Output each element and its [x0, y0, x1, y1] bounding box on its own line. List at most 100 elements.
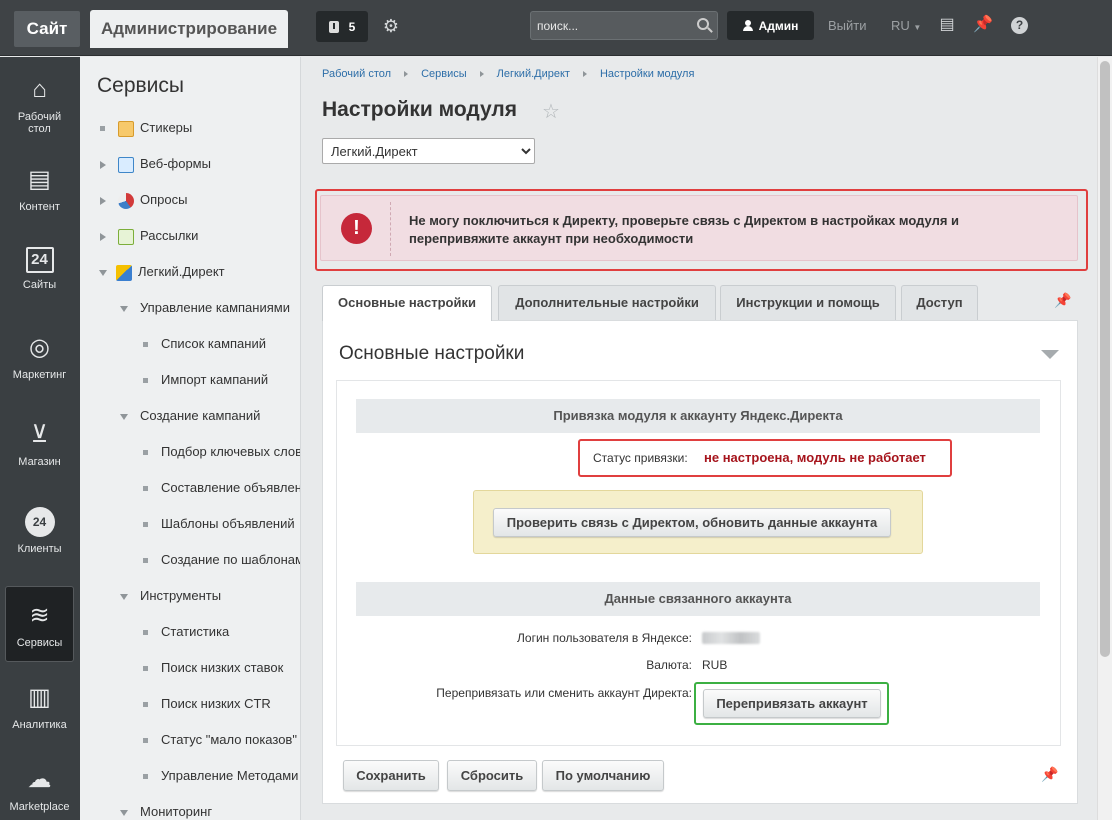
logout-link[interactable]: Выйти — [828, 18, 867, 33]
chevron-down-icon[interactable] — [120, 809, 128, 816]
bullet-icon — [143, 666, 148, 672]
menu-item-low-bids[interactable]: Поиск низких ставок — [143, 658, 283, 678]
menu-item-label: Список кампаний — [161, 336, 266, 351]
tab-main-settings[interactable]: Основные настройки — [322, 285, 492, 321]
bullet-icon — [143, 342, 148, 348]
keyboard-icon[interactable]: ▤ — [936, 14, 958, 36]
status-value: не настроена, модуль не работает — [704, 450, 926, 465]
menu-item-label: Создание кампаний — [140, 408, 261, 423]
menu-item-keywords[interactable]: Подбор ключевых слов — [143, 442, 300, 462]
login-value-redacted — [702, 632, 760, 644]
menu-item-campaign-management[interactable]: Управление кампаниями — [120, 298, 290, 318]
search-input[interactable] — [537, 16, 687, 36]
menu-item-polls[interactable]: Опросы — [100, 190, 187, 210]
menu-item-low-impressions[interactable]: Статус "мало показов" — [143, 730, 297, 750]
breadcrumb-item[interactable]: Настройки модуля — [600, 68, 694, 80]
chevron-right-icon — [582, 71, 587, 78]
error-message: Не могу поключиться к Директу, проверьте… — [409, 213, 960, 246]
save-button[interactable]: Сохранить — [343, 760, 439, 791]
menu-item-label: Веб-формы — [140, 156, 211, 171]
menu-item-monitoring[interactable]: Мониторинг — [120, 802, 212, 820]
pin-icon[interactable]: 📌 — [972, 14, 994, 36]
menu-item-statistics[interactable]: Статистика — [143, 622, 229, 642]
iconbar-item-content[interactable]: ▤ Контент — [5, 151, 74, 227]
sticker-icon — [118, 120, 134, 137]
menu-item-ad-composing[interactable]: Составление объявлений — [143, 478, 300, 498]
services-menu-title: Сервисы — [97, 74, 185, 97]
form-icon — [118, 156, 134, 173]
menu-item-tools[interactable]: Инструменты — [120, 586, 221, 606]
search-icon[interactable] — [697, 18, 709, 30]
menu-item-low-ctr[interactable]: Поиск низких CTR — [143, 694, 271, 714]
menu-item-label: Поиск низких CTR — [161, 696, 271, 711]
alert-icon: ! — [341, 213, 372, 244]
layers-icon: ≋ — [29, 602, 50, 629]
site-tab[interactable]: Сайт — [14, 11, 80, 47]
menu-item-template-creation[interactable]: Создание по шаблонам — [143, 550, 301, 570]
menu-item-label: Рассылки — [140, 228, 199, 243]
user-icon — [742, 20, 753, 31]
collapse-icon[interactable] — [1041, 350, 1059, 359]
module-select[interactable]: Легкий.Директ — [322, 138, 535, 164]
notifications-button[interactable]: 5 — [316, 11, 368, 42]
menu-item-campaign-list[interactable]: Список кампаний — [143, 334, 266, 354]
breadcrumb-item[interactable]: Легкий.Директ — [497, 68, 570, 80]
tab-instructions[interactable]: Инструкции и помощь — [720, 285, 896, 320]
menu-item-mailings[interactable]: Рассылки — [100, 226, 198, 246]
reset-button[interactable]: Сбросить — [447, 760, 537, 791]
menu-item-lightdirect[interactable]: Легкий.Директ — [99, 262, 225, 282]
iconbar-item-clients[interactable]: 24 Клиенты — [5, 493, 74, 569]
user-button[interactable]: Админ — [727, 11, 814, 40]
bullet-icon — [143, 522, 148, 528]
menu-item-stickers[interactable]: Стикеры — [100, 118, 192, 138]
iconbar-item-sites[interactable]: 24 Сайты — [5, 233, 74, 309]
currency-value: RUB — [702, 658, 728, 672]
chevron-right-icon[interactable] — [100, 232, 106, 241]
rebind-account-button[interactable]: Перепривязать аккаунт — [703, 689, 881, 718]
star-icon[interactable]: ☆ — [542, 99, 560, 124]
chevron-down-icon[interactable] — [99, 269, 107, 276]
check-connection-button[interactable]: Проверить связь с Директом, обновить дан… — [493, 508, 891, 537]
scrollbar-thumb[interactable] — [1100, 61, 1110, 657]
scrollbar[interactable] — [1097, 57, 1112, 820]
breadcrumb-item[interactable]: Рабочий стол — [322, 68, 391, 80]
menu-item-ad-templates[interactable]: Шаблоны объявлений — [143, 514, 295, 534]
default-button[interactable]: По умолчанию — [542, 760, 664, 791]
language-select[interactable]: RU ▼ — [891, 18, 921, 33]
menu-item-label: Статус "мало показов" — [161, 732, 297, 747]
clients-24-icon: 24 — [24, 507, 55, 537]
iconbar-item-marketplace[interactable]: ☁ Marketplace — [5, 751, 74, 820]
gear-icon[interactable]: ⚙ — [381, 16, 401, 36]
menu-item-label: Создание по шаблонам — [161, 552, 301, 567]
iconbar-item-analytics[interactable]: ▥ Аналитика — [5, 669, 74, 745]
breadcrumb-item[interactable]: Сервисы — [421, 68, 467, 80]
pin-icon[interactable]: 📌 — [1041, 766, 1058, 783]
chevron-right-icon[interactable] — [100, 196, 106, 205]
iconbar-item-desktop[interactable]: ⌂ Рабочий стол — [5, 61, 74, 137]
menu-item-methods[interactable]: Управление Методами — [143, 766, 298, 786]
tab-additional-settings[interactable]: Дополнительные настройки — [498, 285, 716, 320]
menu-item-campaign-creation[interactable]: Создание кампаний — [120, 406, 260, 426]
help-icon[interactable]: ? — [1011, 17, 1028, 34]
menu-item-label: Поиск низких ставок — [161, 660, 284, 675]
document-icon: ▤ — [28, 166, 51, 193]
menu-item-webforms[interactable]: Веб-формы — [100, 154, 211, 174]
menu-item-campaign-import[interactable]: Импорт кампаний — [143, 370, 268, 390]
chevron-right-icon[interactable] — [100, 160, 106, 169]
iconbar-item-marketing[interactable]: ◎ Маркетинг — [5, 319, 74, 395]
chevron-right-icon — [404, 71, 409, 78]
menu-item-label: Управление Методами — [161, 768, 299, 783]
chevron-down-icon[interactable] — [120, 305, 128, 312]
iconbar-item-shop[interactable]: ⊻ Магазин — [5, 406, 74, 482]
search-box[interactable] — [530, 11, 718, 40]
admin-tab[interactable]: Администрирование — [90, 10, 288, 48]
menu-item-label: Инструменты — [140, 588, 222, 603]
chevron-down-icon[interactable] — [120, 593, 128, 600]
tab-access[interactable]: Доступ — [901, 285, 978, 320]
pin-icon[interactable]: 📌 — [1054, 292, 1071, 309]
section-header-binding: Привязка модуля к аккаунту Яндекс.Директ… — [356, 399, 1040, 433]
iconbar-item-services[interactable]: ≋ Сервисы — [5, 586, 74, 662]
chevron-down-icon[interactable] — [120, 413, 128, 420]
divider — [390, 202, 391, 256]
status-label: Статус привязки: — [593, 451, 688, 465]
